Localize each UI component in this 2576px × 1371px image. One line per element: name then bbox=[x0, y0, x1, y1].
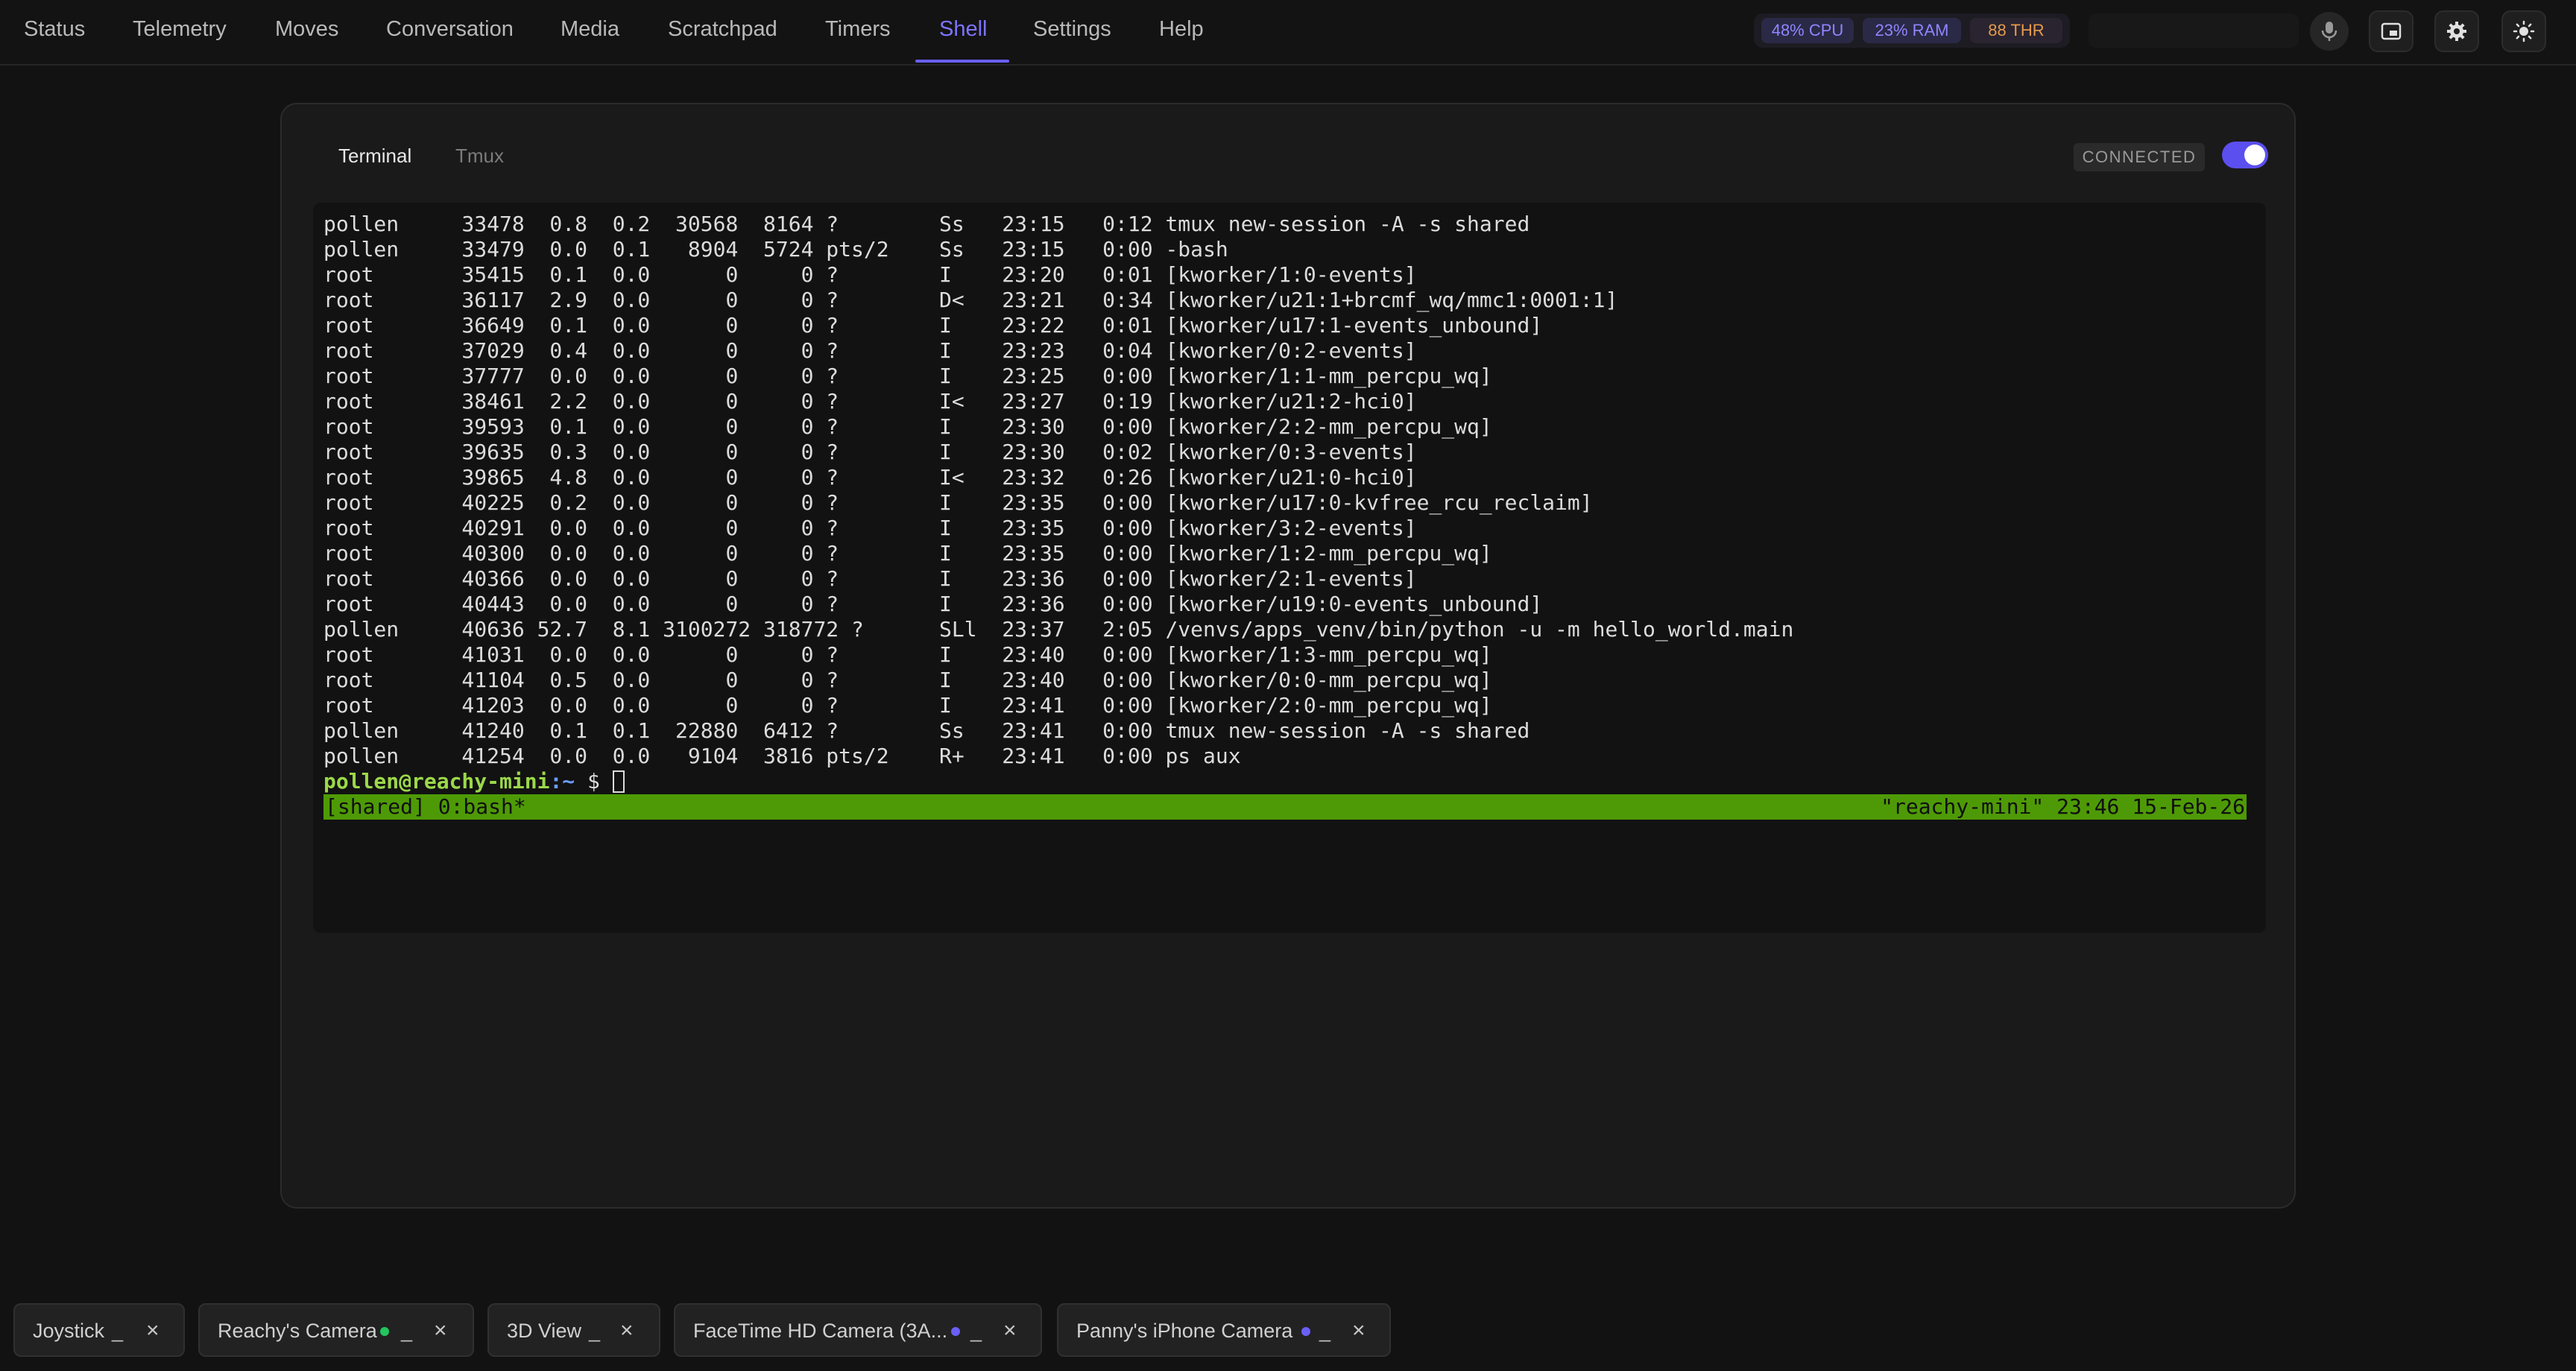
tab-status[interactable]: Status bbox=[24, 0, 85, 64]
sun-icon bbox=[2513, 20, 2535, 42]
tab-media[interactable]: Media bbox=[561, 0, 619, 64]
ram-badge: 23% RAM bbox=[1863, 18, 1961, 43]
status-dot bbox=[380, 1327, 389, 1336]
terminal-line: root 41203 0.0 0.0 0 0 ? I 23:41 0:00 [k… bbox=[323, 693, 1492, 718]
system-stats: 48% CPU 23% RAM 88 THR bbox=[1754, 13, 2070, 48]
connection-toggle[interactable] bbox=[2222, 142, 2268, 168]
search-input[interactable] bbox=[2089, 13, 2299, 48]
terminal-line: root 39635 0.3 0.0 0 0 ? I 23:30 0:02 [k… bbox=[323, 440, 1417, 464]
dock-tab-iphone-camera[interactable]: Panny's iPhone Camera _ × bbox=[1057, 1303, 1391, 1357]
top-nav-bar: Status Telemetry Moves Conversation Medi… bbox=[0, 0, 2576, 66]
terminal-line: root 40225 0.2 0.0 0 0 ? I 23:35 0:00 [k… bbox=[323, 490, 1593, 515]
dock-tab-label: 3D View bbox=[507, 1320, 582, 1342]
dock-tab-joystick[interactable]: Joystick _ × bbox=[13, 1303, 185, 1357]
picture-in-picture-button[interactable] bbox=[2369, 10, 2414, 52]
microphone-icon bbox=[2321, 22, 2337, 41]
tab-moves[interactable]: Moves bbox=[275, 0, 338, 64]
prompt-user: pollen@reachy-mini bbox=[323, 769, 550, 794]
dock-tab-label: FaceTime HD Camera (3A... bbox=[693, 1320, 948, 1342]
tab-help[interactable]: Help bbox=[1159, 0, 1204, 64]
settings-button[interactable] bbox=[2434, 10, 2479, 52]
close-button[interactable]: × bbox=[146, 1318, 160, 1343]
terminal-line: root 39593 0.1 0.0 0 0 ? I 23:30 0:00 [k… bbox=[323, 414, 1492, 439]
terminal-line: root 36117 2.9 0.0 0 0 ? D< 23:21 0:34 [… bbox=[323, 288, 1618, 312]
status-dot bbox=[951, 1327, 960, 1336]
tab-timers[interactable]: Timers bbox=[825, 0, 891, 64]
minimize-button[interactable]: _ bbox=[589, 1320, 600, 1343]
terminal-line: root 37029 0.4 0.0 0 0 ? I 23:23 0:04 [k… bbox=[323, 338, 1417, 363]
tab-settings[interactable]: Settings bbox=[1033, 0, 1111, 64]
tab-telemetry[interactable]: Telemetry bbox=[133, 0, 227, 64]
minimize-button[interactable]: _ bbox=[970, 1320, 982, 1343]
tab-shell[interactable]: Shell bbox=[939, 0, 988, 64]
tmux-session-label: [shared] 0:bash* bbox=[325, 794, 526, 819]
terminal-line: pollen 41240 0.1 0.1 22880 6412 ? Ss 23:… bbox=[323, 718, 1530, 743]
minimize-button[interactable]: _ bbox=[401, 1320, 412, 1343]
close-button[interactable]: × bbox=[434, 1318, 447, 1343]
terminal-cursor bbox=[612, 770, 625, 793]
microphone-button[interactable] bbox=[2310, 12, 2349, 51]
dock-tab-label: Reachy's Camera bbox=[218, 1320, 377, 1342]
terminal-output: pollen 33478 0.8 0.2 30568 8164 ? Ss 23:… bbox=[323, 212, 2232, 794]
terminal-line: pollen 41254 0.0 0.0 9104 3816 pts/2 R+ … bbox=[323, 744, 1241, 768]
close-button[interactable]: × bbox=[620, 1318, 634, 1343]
prompt-sign: $ bbox=[575, 769, 613, 794]
terminal-line: root 41104 0.5 0.0 0 0 ? I 23:40 0:00 [k… bbox=[323, 668, 1492, 692]
status-dot bbox=[1301, 1327, 1310, 1336]
terminal-line: root 37777 0.0 0.0 0 0 ? I 23:25 0:00 [k… bbox=[323, 364, 1492, 388]
cpu-badge: 48% CPU bbox=[1761, 18, 1854, 43]
minimize-button[interactable]: _ bbox=[112, 1320, 123, 1343]
terminal-line: root 39865 4.8 0.0 0 0 ? I< 23:32 0:26 [… bbox=[323, 465, 1417, 490]
active-tab-indicator bbox=[915, 60, 1009, 63]
close-button[interactable]: × bbox=[1003, 1318, 1017, 1343]
terminal-line: pollen 40636 52.7 8.1 3100272 318772 ? S… bbox=[323, 617, 1794, 642]
picture-in-picture-icon bbox=[2381, 22, 2402, 40]
connection-status-badge: CONNECTED bbox=[2074, 143, 2205, 171]
terminal-line: root 38461 2.2 0.0 0 0 ? I< 23:27 0:19 [… bbox=[323, 389, 1417, 414]
dock-tab-label: Joystick bbox=[33, 1320, 105, 1342]
tab-terminal[interactable]: Terminal bbox=[338, 142, 411, 170]
tab-tmux[interactable]: Tmux bbox=[455, 142, 504, 170]
terminal-line: root 41031 0.0 0.0 0 0 ? I 23:40 0:00 [k… bbox=[323, 642, 1492, 667]
terminal-line: root 40300 0.0 0.0 0 0 ? I 23:35 0:00 [k… bbox=[323, 541, 1492, 566]
close-button[interactable]: × bbox=[1352, 1318, 1366, 1343]
tmux-status-bar: [shared] 0:bash* "reachy-mini" 23:46 15-… bbox=[323, 794, 2247, 820]
theme-toggle-button[interactable] bbox=[2501, 10, 2546, 52]
dock-tab-3d-view[interactable]: 3D View _ × bbox=[487, 1303, 660, 1357]
tmux-host-clock: "reachy-mini" 23:46 15-Feb-26 bbox=[1881, 794, 2245, 819]
toggle-knob bbox=[2244, 145, 2265, 165]
terminal-line: pollen 33478 0.8 0.2 30568 8164 ? Ss 23:… bbox=[323, 212, 1530, 236]
terminal-line: root 40366 0.0 0.0 0 0 ? I 23:36 0:00 [k… bbox=[323, 566, 1417, 591]
threads-badge: 88 THR bbox=[1970, 18, 2062, 43]
terminal-line: root 40291 0.0 0.0 0 0 ? I 23:35 0:00 [k… bbox=[323, 516, 1417, 540]
dock-tab-reachy-camera[interactable]: Reachy's Camera _ × bbox=[198, 1303, 474, 1357]
dock-tab-facetime-camera[interactable]: FaceTime HD Camera (3A... _ × bbox=[674, 1303, 1042, 1357]
terminal-line: pollen 33479 0.0 0.1 8904 5724 pts/2 Ss … bbox=[323, 237, 1228, 262]
terminal-line: root 35415 0.1 0.0 0 0 ? I 23:20 0:01 [k… bbox=[323, 262, 1417, 287]
gear-icon bbox=[2447, 22, 2466, 41]
dock-tab-label: Panny's iPhone Camera bbox=[1076, 1320, 1293, 1342]
tab-scratchpad[interactable]: Scratchpad bbox=[668, 0, 777, 64]
tab-conversation[interactable]: Conversation bbox=[386, 0, 514, 64]
prompt-path: :~ bbox=[549, 769, 575, 794]
minimize-button[interactable]: _ bbox=[1319, 1320, 1330, 1343]
terminal-line: root 40443 0.0 0.0 0 0 ? I 23:36 0:00 [k… bbox=[323, 592, 1543, 616]
terminal-line: root 36649 0.1 0.0 0 0 ? I 23:22 0:01 [k… bbox=[323, 313, 1543, 338]
terminal-prompt[interactable]: pollen@reachy-mini:~ $ bbox=[323, 769, 2232, 794]
